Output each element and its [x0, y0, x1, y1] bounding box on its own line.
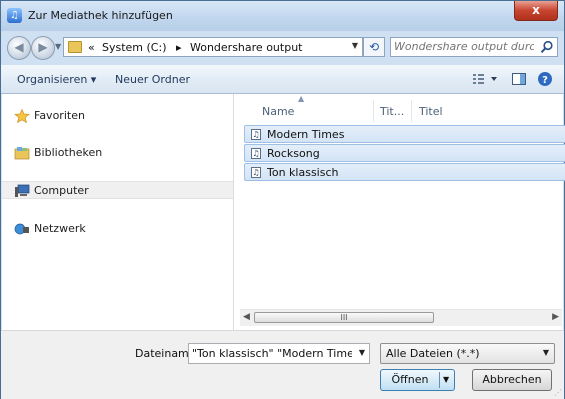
breadcrumb-overflow[interactable]: «: [88, 41, 95, 54]
address-bar[interactable]: « System (C:) ▸ Wondershare output ▼: [63, 37, 363, 57]
close-button[interactable]: x: [514, 1, 558, 21]
audio-file-icon: ♫: [251, 148, 261, 159]
column-header-name[interactable]: Name: [262, 105, 294, 118]
breadcrumb-wondershare[interactable]: Wondershare output: [190, 41, 302, 54]
file-name: Modern Times: [267, 128, 345, 141]
command-bar: Organisieren ▾ Neuer Ordner ?: [1, 65, 564, 94]
filetype-select[interactable]: Alle Dateien (*.*) ▼: [380, 343, 555, 364]
file-list-pane: ▲ Name Tit... Titel ♫ Modern Times ♫ Roc…: [235, 94, 565, 330]
nav-label-netzwerk: Netzwerk: [34, 222, 86, 235]
computer-icon: [15, 184, 30, 197]
preview-pane-icon[interactable]: [511, 71, 527, 87]
organize-menu[interactable]: Organisieren ▾: [17, 73, 96, 86]
help-icon[interactable]: ?: [537, 71, 553, 87]
window-title: Zur Mediathek hinzufügen: [28, 9, 173, 22]
file-name: Ton klassisch: [267, 166, 339, 179]
file-row-modern-times[interactable]: ♫ Modern Times: [244, 125, 565, 143]
scrollbar-thumb[interactable]: III: [254, 312, 434, 323]
open-button-label: Öffnen: [391, 373, 429, 386]
folder-icon: [68, 41, 82, 53]
column-header-titel[interactable]: Titel: [419, 105, 443, 118]
forward-button[interactable]: ▶: [31, 36, 55, 60]
footer-panel: Dateiname: ▼ Alle Dateien (*.*) ▼ Öffnen…: [1, 330, 564, 399]
audio-file-icon: ♫: [251, 167, 261, 178]
filename-input[interactable]: [192, 347, 352, 360]
file-row-rocksong[interactable]: ♫ Rocksong: [244, 144, 565, 162]
breadcrumb-system[interactable]: System (C:): [102, 41, 167, 54]
address-dropdown-icon[interactable]: ▼: [352, 41, 358, 50]
nav-label-computer: Computer: [34, 184, 89, 197]
open-button[interactable]: Öffnen ▼: [380, 369, 455, 391]
library-icon: [14, 147, 30, 160]
file-row-ton-klassisch[interactable]: ♫ Ton klassisch: [244, 163, 565, 181]
breadcrumb-separator[interactable]: ▸: [176, 41, 182, 54]
star-icon: [14, 109, 30, 123]
refresh-button[interactable]: ⟲: [363, 37, 385, 57]
search-input[interactable]: [394, 40, 534, 53]
nav-item-bibliotheken[interactable]: Bibliotheken: [14, 144, 102, 162]
filename-field[interactable]: ▼: [188, 343, 370, 364]
scroll-left-arrow-icon[interactable]: ◀: [243, 312, 250, 322]
filename-dropdown-icon[interactable]: ▼: [359, 348, 365, 357]
resize-grip-icon[interactable]: ⋰: [554, 388, 562, 397]
filetype-dropdown-icon[interactable]: ▼: [543, 348, 549, 357]
title-bar[interactable]: ♫ Zur Mediathek hinzufügen x: [1, 1, 564, 31]
column-divider[interactable]: [373, 100, 374, 122]
navigation-pane: Favoriten Bibliotheken Computer Netzwerk: [2, 94, 234, 330]
open-options-arrow-icon[interactable]: ▼: [443, 370, 449, 390]
file-name: Rocksong: [267, 147, 320, 160]
search-box[interactable]: [390, 37, 558, 57]
search-icon[interactable]: [540, 40, 554, 54]
address-row: ◀ ▶ ▼ « System (C:) ▸ Wondershare output…: [1, 31, 564, 65]
cancel-button[interactable]: Abbrechen: [472, 369, 552, 391]
column-header-tit[interactable]: Tit...: [380, 105, 404, 118]
media-app-icon: ♫: [7, 8, 22, 23]
split-divider: [439, 372, 440, 388]
svg-text:?: ?: [542, 75, 548, 86]
horizontal-scrollbar[interactable]: ◀ III ▶: [240, 309, 562, 326]
view-options-icon[interactable]: [471, 71, 499, 87]
dialog-window: ♫ Zur Mediathek hinzufügen x ◀ ▶ ▼ « Sys…: [0, 0, 565, 399]
sort-ascending-icon: ▲: [298, 94, 305, 103]
nav-label-bibliotheken: Bibliotheken: [34, 146, 103, 159]
filetype-value: Alle Dateien (*.*): [386, 347, 480, 360]
nav-item-netzwerk[interactable]: Netzwerk: [14, 220, 86, 238]
audio-file-icon: ♫: [251, 129, 261, 140]
column-divider[interactable]: [411, 100, 412, 122]
nav-item-favoriten[interactable]: Favoriten: [14, 107, 85, 125]
network-icon: [14, 223, 29, 235]
nav-item-computer[interactable]: Computer: [2, 181, 233, 199]
new-folder-button[interactable]: Neuer Ordner: [115, 73, 190, 86]
content-area: Favoriten Bibliotheken Computer Netzwerk…: [2, 94, 565, 330]
scroll-right-arrow-icon[interactable]: ▶: [552, 312, 559, 322]
recent-pages-dropdown[interactable]: ▼: [55, 42, 61, 51]
nav-label-favoriten: Favoriten: [34, 109, 85, 122]
back-button[interactable]: ◀: [7, 36, 31, 60]
